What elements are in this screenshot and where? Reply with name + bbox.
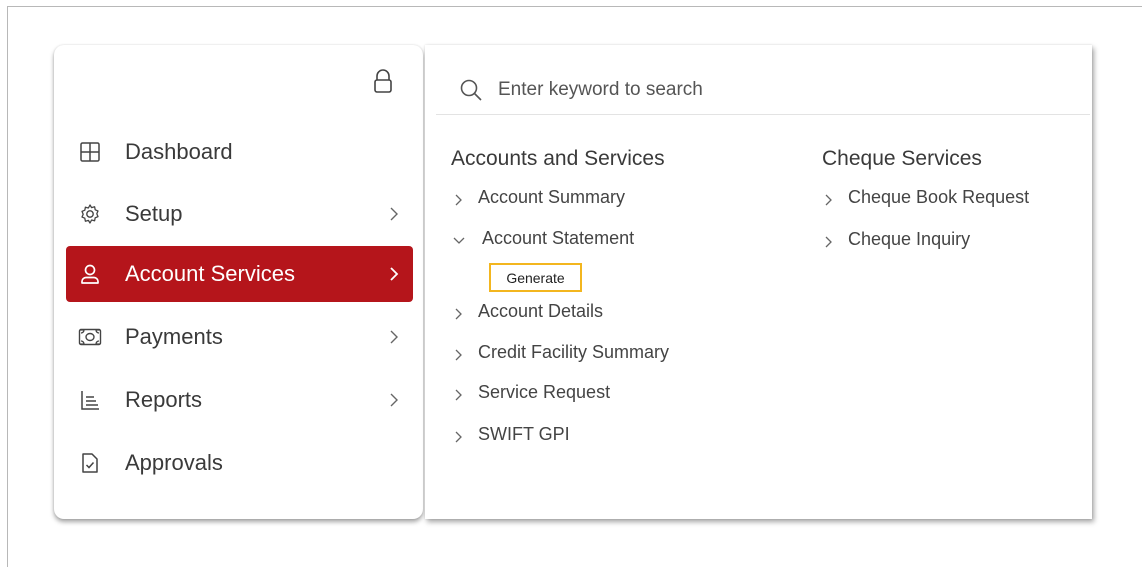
chevron-right-icon — [390, 267, 399, 281]
dashboard-grid-icon — [78, 140, 102, 164]
search-bar — [436, 63, 1090, 115]
menu-item-label: Account Summary — [478, 186, 626, 207]
menu-item-credit-facility-summary[interactable]: Credit Facility Summary — [452, 339, 669, 365]
chevron-right-icon — [455, 349, 462, 361]
menu-item-cheque-book-request[interactable]: Cheque Book Request — [822, 184, 1029, 210]
chevron-down-icon — [453, 237, 465, 244]
sidebar-item-reports[interactable]: Reports — [66, 372, 413, 428]
chevron-right-icon — [455, 431, 462, 443]
menu-item-label: Credit Facility Summary — [478, 341, 670, 362]
chevron-right-icon — [455, 194, 462, 206]
chevron-right-icon — [825, 236, 832, 248]
user-icon — [78, 262, 102, 286]
menu-column-title: Cheque Services — [822, 147, 982, 170]
menu-item-swift-gpi[interactable]: SWIFT GPI — [452, 421, 570, 447]
menu-item-label: Cheque Book Request — [848, 186, 1030, 207]
menu-item-cheque-inquiry[interactable]: Cheque Inquiry — [822, 226, 970, 252]
report-list-icon — [78, 388, 102, 412]
gear-icon — [78, 202, 102, 226]
chevron-right-icon — [390, 330, 398, 344]
menu-item-label: SWIFT GPI — [478, 423, 570, 444]
chevron-right-icon — [390, 393, 398, 407]
chevron-right-icon — [825, 194, 832, 206]
search-icon — [460, 79, 482, 101]
document-check-icon — [78, 451, 102, 475]
menu-item-label: Service Request — [478, 381, 611, 402]
chevron-right-icon — [455, 389, 462, 401]
sidebar-item-dashboard[interactable]: Dashboard — [66, 124, 413, 180]
menu-column-title: Accounts and Services — [451, 147, 665, 170]
sidebar-item-label: Payments — [125, 324, 223, 349]
sidebar-item-approvals[interactable]: Approvals — [66, 435, 413, 491]
search-input[interactable] — [498, 75, 1058, 105]
lock-icon[interactable] — [372, 68, 394, 94]
menu-item-label: Cheque Inquiry — [848, 228, 971, 249]
banknote-icon — [78, 325, 102, 349]
sidebar-item-label: Reports — [125, 387, 203, 412]
sidebar-item-payments[interactable]: Payments — [66, 309, 413, 365]
sidebar-item-label: Account Services — [125, 261, 295, 286]
sidebar-item-setup[interactable]: Setup — [66, 186, 413, 242]
menu-item-service-request[interactable]: Service Request — [452, 379, 610, 405]
sidebar-item-account-services[interactable]: Account Services — [66, 246, 413, 302]
generate-submenu-item[interactable]: Generate — [489, 263, 582, 292]
menu-item-account-summary[interactable]: Account Summary — [452, 184, 625, 210]
menu-item-label: Account Details — [478, 300, 604, 321]
chevron-right-icon — [390, 207, 398, 221]
sidebar-item-label: Approvals — [125, 450, 223, 475]
chevron-right-icon — [455, 308, 462, 320]
menu-item-label: Account Statement — [482, 227, 635, 248]
menu-item-account-statement[interactable]: Account Statement — [452, 225, 634, 251]
sidebar-item-label: Setup — [125, 201, 183, 226]
sidebar-item-label: Dashboard — [125, 139, 233, 164]
menu-item-account-details[interactable]: Account Details — [452, 298, 603, 324]
